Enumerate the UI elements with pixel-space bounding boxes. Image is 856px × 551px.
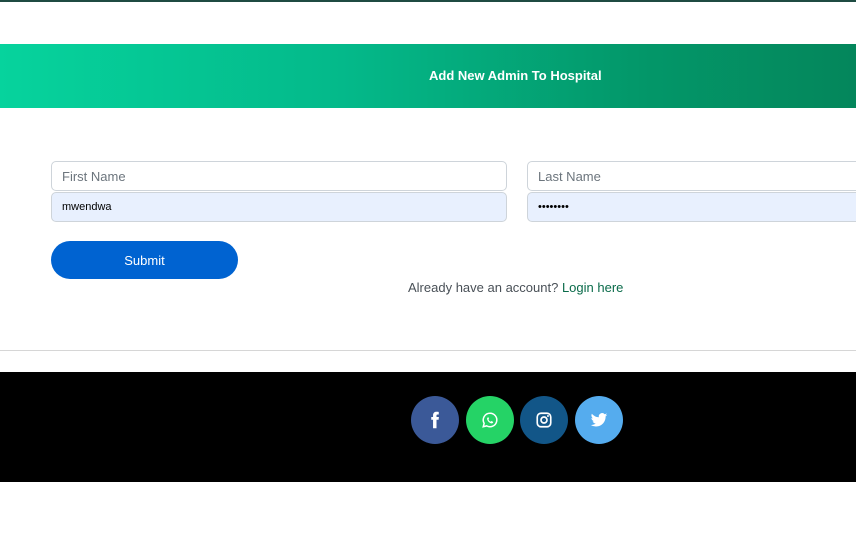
first-name-input[interactable]: [51, 161, 507, 191]
twitter-icon: [590, 413, 608, 427]
login-prompt: Already have an account? Login here: [408, 280, 623, 295]
username-input[interactable]: [51, 192, 507, 222]
facebook-icon: [431, 411, 439, 429]
last-name-input[interactable]: [527, 161, 856, 191]
whatsapp-icon: [482, 412, 498, 428]
whatsapp-button[interactable]: [466, 396, 514, 444]
top-border: [0, 0, 856, 2]
submit-button[interactable]: Submit: [51, 241, 238, 279]
login-prompt-text: Already have an account?: [408, 280, 559, 295]
twitter-button[interactable]: [575, 396, 623, 444]
page-title: Add New Admin To Hospital: [429, 68, 602, 83]
divider: [0, 350, 856, 351]
instagram-button[interactable]: [520, 396, 568, 444]
header-banner: Add New Admin To Hospital: [0, 44, 856, 108]
instagram-icon: [536, 412, 552, 428]
login-link[interactable]: Login here: [562, 280, 623, 295]
password-input[interactable]: [527, 192, 856, 222]
facebook-button[interactable]: [411, 396, 459, 444]
